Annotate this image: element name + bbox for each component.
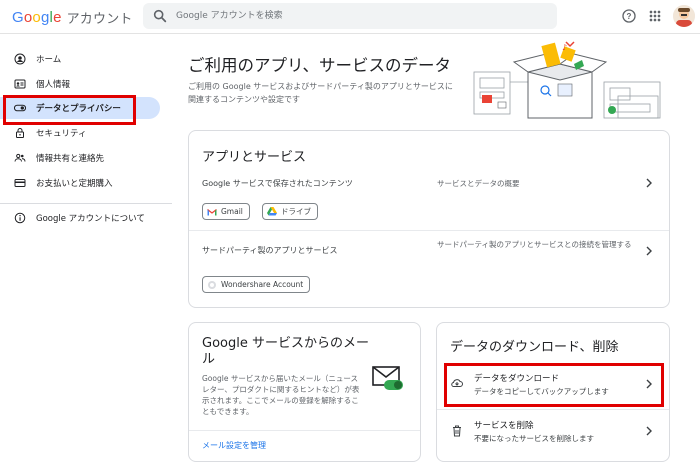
drive-icon xyxy=(267,207,277,217)
logo-letter: e xyxy=(53,9,62,26)
delete-service-title: サービスを削除 xyxy=(474,421,534,431)
sidebar-item-label: データとプライバシー xyxy=(36,104,121,114)
toggle-icon xyxy=(14,102,26,114)
search-input[interactable] xyxy=(176,7,536,25)
sidebar-item-sharing[interactable]: 情報共有と連絡先 xyxy=(0,147,160,169)
gmail-icon xyxy=(207,207,217,217)
logo-account-text: アカウント xyxy=(66,12,133,27)
chip-label: ドライブ xyxy=(281,207,311,216)
chevron-right-icon xyxy=(646,426,652,436)
svg-text:?: ? xyxy=(627,12,632,21)
id-card-icon xyxy=(14,78,26,90)
third-party-label: サードパーティ製のアプリとサービス xyxy=(202,246,338,255)
email-card-divider xyxy=(189,430,420,431)
lock-icon xyxy=(14,127,26,139)
download-data-row[interactable] xyxy=(437,364,669,404)
sidebar-item-label: ホーム xyxy=(36,55,62,65)
sidebar-item-label: 個人情報 xyxy=(36,80,71,90)
sidebar-item-label: 情報共有と連絡先 xyxy=(36,154,105,164)
drive-chip[interactable]: ドライブ xyxy=(262,203,318,220)
sidebar-item-about[interactable]: Google アカウントについて xyxy=(0,207,160,229)
download-data-subtitle: データをコピーしてバックアップします xyxy=(474,387,609,396)
sidebar-item-label: Google アカウントについて xyxy=(36,214,145,224)
download-data-title: データをダウンロード xyxy=(474,374,560,384)
page-title: ご利用のアプリ、サービスのデータ xyxy=(188,56,452,75)
email-card-body: Google サービスから届いたメール（ニュースレター、プロダクトに関するヒント… xyxy=(202,374,360,416)
page-description: ご利用の Google サービスおよびサードパーティ製のアプリとサービスに関連す… xyxy=(188,82,453,104)
logo-letter: o xyxy=(32,9,41,26)
sidebar-item-label: セキュリティ xyxy=(36,129,87,139)
people-icon xyxy=(14,152,26,164)
search-icon xyxy=(153,9,167,23)
google-content-label: Google サービスで保存されたコンテンツ xyxy=(202,179,353,188)
delete-service-row[interactable] xyxy=(437,410,669,454)
sidebar-item-label: お支払いと定期購入 xyxy=(36,179,113,189)
sidebar-item-security[interactable]: セキュリティ xyxy=(0,122,160,144)
apps-grid-icon[interactable] xyxy=(647,8,663,24)
download-card-title: データのダウンロード、削除 xyxy=(450,340,619,355)
svg-text:♪: ♪ xyxy=(562,43,567,52)
chevron-right-icon xyxy=(646,246,652,256)
google-content-desc: サービスとデータの概要 xyxy=(437,179,520,188)
chevron-right-icon xyxy=(646,178,652,188)
sidebar-item-home[interactable]: ホーム xyxy=(0,48,160,70)
avatar-image xyxy=(673,5,695,27)
manage-email-settings-link[interactable]: メール設定を管理 xyxy=(202,440,266,451)
sidebar-item-personal-info[interactable]: 個人情報 xyxy=(0,73,160,95)
wondershare-icon xyxy=(207,280,217,290)
wondershare-chip[interactable]: Wondershare Account xyxy=(202,276,311,293)
credit-card-icon xyxy=(14,177,26,189)
trash-icon xyxy=(453,425,461,437)
google-account-logo[interactable]: Google アカウント xyxy=(12,8,133,27)
email-card-title: Google サービスからのメール xyxy=(202,336,369,367)
apps-card-title: アプリとサービス xyxy=(202,150,307,165)
logo-letter: g xyxy=(40,9,50,26)
gmail-chip[interactable]: Gmail xyxy=(202,203,250,220)
help-icon[interactable]: ? xyxy=(621,8,637,24)
top-bar: Google アカウント ? xyxy=(0,0,700,34)
info-icon xyxy=(14,212,26,224)
logo-letter: o xyxy=(23,9,33,26)
mail-toggle-icon xyxy=(372,366,403,390)
chip-label: Gmail xyxy=(221,207,243,216)
cloud-download-icon xyxy=(451,379,463,387)
chevron-right-icon xyxy=(646,379,652,389)
search-bar[interactable] xyxy=(143,3,557,29)
sidebar-item-payments[interactable]: お支払いと定期購入 xyxy=(0,172,160,194)
avatar[interactable] xyxy=(673,5,695,27)
sidebar-divider xyxy=(0,203,172,204)
logo-google: G xyxy=(12,9,24,26)
delete-service-subtitle: 不要になったサービスを削除します xyxy=(474,434,594,443)
data-box-illustration: ♪ xyxy=(473,41,661,119)
person-circle-icon xyxy=(14,53,26,65)
sidebar-item-data-privacy[interactable]: データとプライバシー xyxy=(0,97,160,119)
third-party-desc: サードパーティ製のアプリとサービスとの接続を管理する xyxy=(437,240,632,249)
chip-label: Wondershare Account xyxy=(221,280,304,289)
